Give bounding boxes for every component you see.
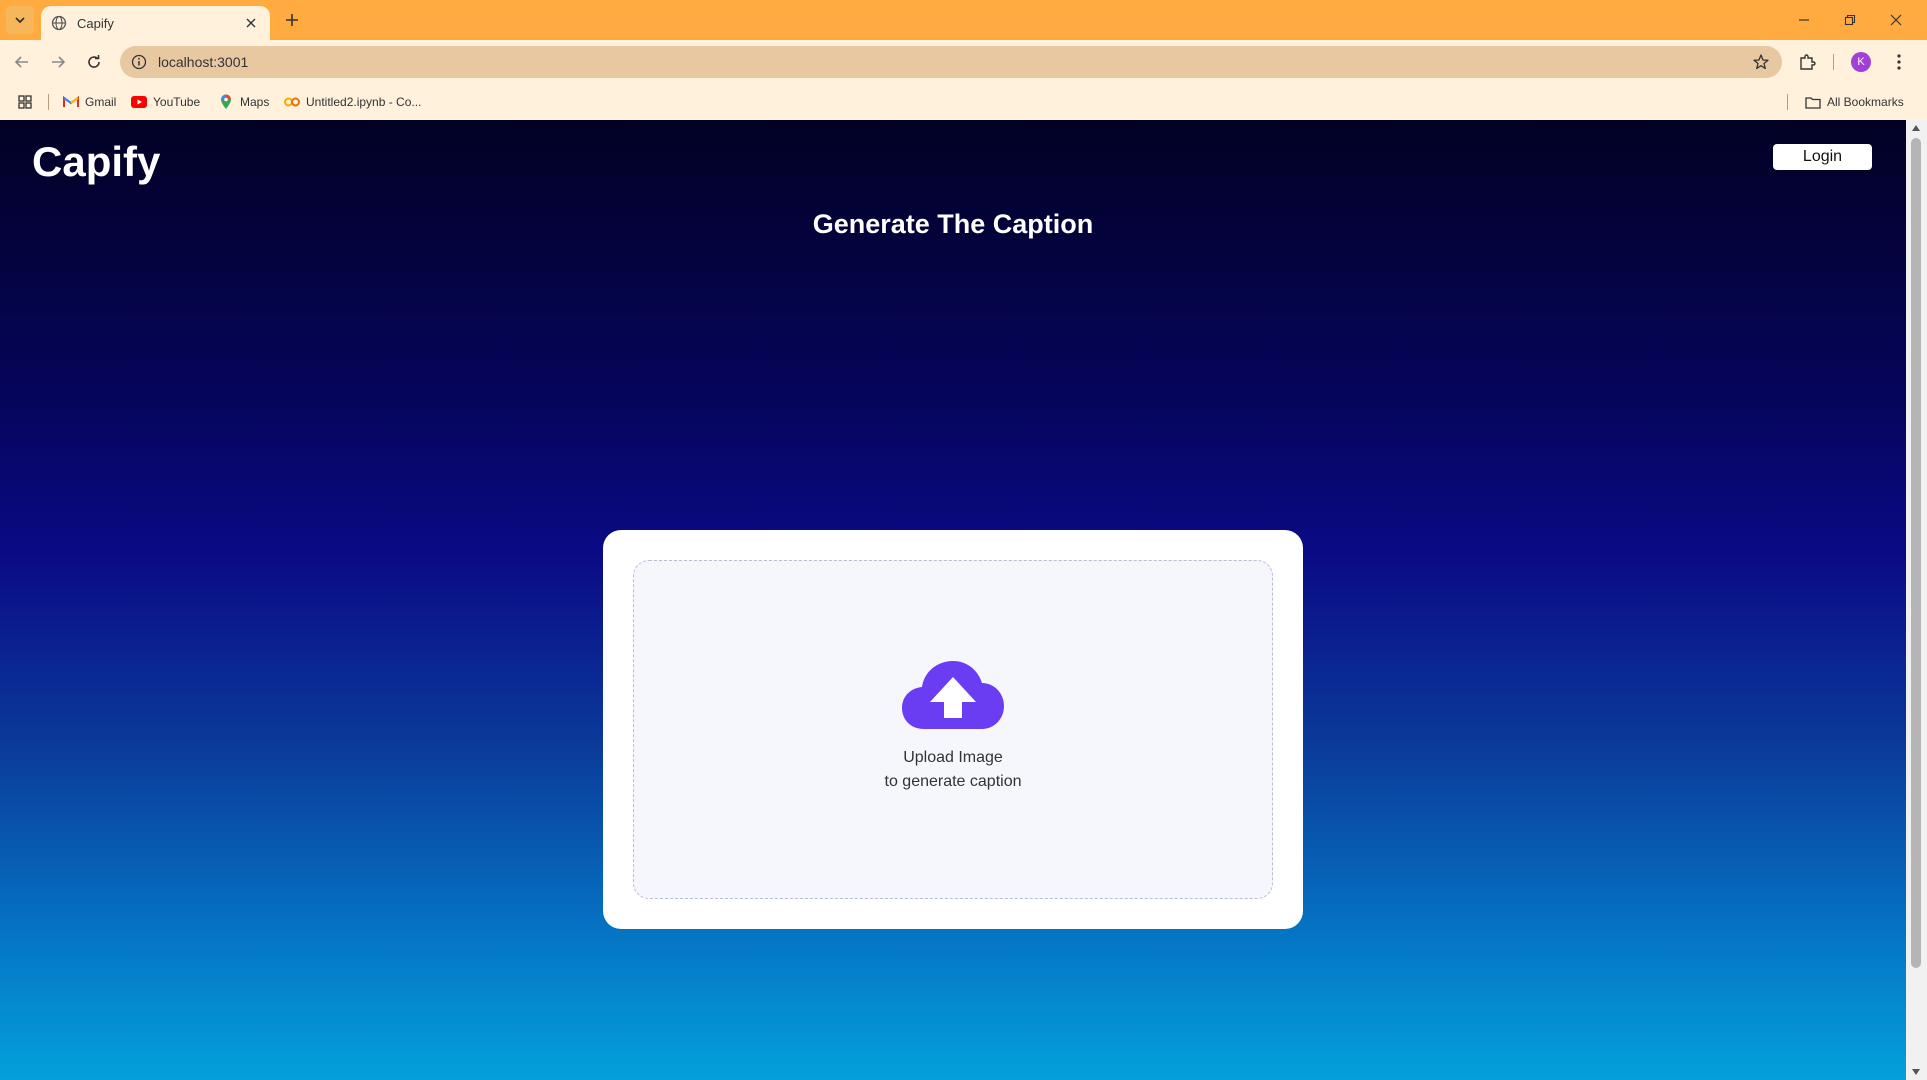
upload-card: Upload Image to generate caption (603, 530, 1303, 929)
tab-search-button[interactable] (6, 6, 34, 34)
minimize-button[interactable] (1781, 0, 1827, 40)
browser-menu-button[interactable] (1887, 50, 1911, 74)
close-icon (1890, 14, 1902, 26)
plus-icon (286, 14, 298, 26)
arrow-right-icon (52, 56, 66, 68)
reload-button[interactable] (80, 48, 108, 76)
bookmark-label: Gmail (85, 95, 117, 109)
maps-icon (218, 94, 234, 110)
bookmark-label: Maps (240, 95, 270, 109)
close-tab-icon[interactable] (242, 14, 260, 32)
login-button[interactable]: Login (1773, 144, 1872, 170)
browser-toolbar: localhost:3001 K (0, 40, 1927, 84)
scroll-up-arrow-icon[interactable] (1911, 123, 1921, 133)
site-info-icon[interactable] (130, 53, 148, 71)
page-scrollbar[interactable] (1906, 120, 1927, 1080)
bookmark-colab[interactable]: Untitled2.ipynb - Co... (284, 93, 421, 111)
arrow-left-icon (14, 56, 28, 68)
restore-icon (1844, 14, 1856, 26)
bookmark-maps[interactable]: Maps (218, 93, 269, 111)
bookmarks-bar: Gmail YouTube Maps Untitled2.ipynb - Co.… (0, 84, 1927, 120)
apps-grid-icon (17, 94, 33, 110)
globe-icon (51, 15, 67, 31)
page-viewport: Capify Login Generate The Caption Upload… (0, 120, 1906, 1080)
colab-icon (284, 94, 300, 110)
profile-avatar[interactable]: K (1851, 52, 1871, 72)
image-dropzone[interactable]: Upload Image to generate caption (633, 560, 1273, 899)
tab-title: Capify (77, 15, 114, 31)
bookmark-gmail[interactable]: Gmail (63, 93, 116, 111)
back-button[interactable] (8, 48, 36, 76)
more-vertical-icon (1897, 54, 1901, 70)
youtube-icon (131, 94, 147, 110)
page-heading: Generate The Caption (812, 209, 1094, 239)
close-window-button[interactable] (1873, 0, 1919, 40)
extensions-button[interactable] (1795, 50, 1819, 74)
upload-subtitle: to generate caption (884, 773, 1022, 790)
bookmark-label: Untitled2.ipynb - Co... (306, 95, 422, 109)
minimize-icon (1799, 19, 1809, 21)
new-tab-button[interactable] (280, 8, 304, 32)
scroll-down-arrow-icon[interactable] (1911, 1067, 1921, 1077)
bookmark-star-icon[interactable] (1752, 53, 1770, 71)
all-bookmarks-label: All Bookmarks (1827, 95, 1904, 109)
address-bar[interactable]: localhost:3001 (120, 46, 1782, 78)
bookmarks-divider (1787, 94, 1788, 110)
brand-logo[interactable]: Capify (32, 138, 160, 186)
bookmark-youtube[interactable]: YouTube (131, 93, 200, 111)
scrollbar-thumb[interactable] (1911, 138, 1921, 968)
reload-icon (88, 55, 100, 68)
bookmarks-divider (48, 94, 49, 110)
upload-title: Upload Image (903, 749, 1003, 766)
bookmark-label: YouTube (153, 95, 201, 109)
cloud-upload-icon (902, 661, 1004, 731)
browser-title-bar: Capify (0, 0, 1927, 40)
puzzle-icon (1800, 54, 1816, 70)
browser-tab-active[interactable]: Capify (41, 6, 270, 40)
url-text: localhost:3001 (158, 54, 249, 70)
toolbar-divider (1833, 54, 1834, 70)
chevron-down-icon (15, 17, 25, 24)
apps-button[interactable] (17, 93, 39, 111)
all-bookmarks-button[interactable]: All Bookmarks (1805, 93, 1904, 111)
gmail-icon (63, 94, 79, 110)
forward-button[interactable] (44, 48, 72, 76)
folder-icon (1805, 94, 1821, 110)
restore-button[interactable] (1827, 0, 1873, 40)
